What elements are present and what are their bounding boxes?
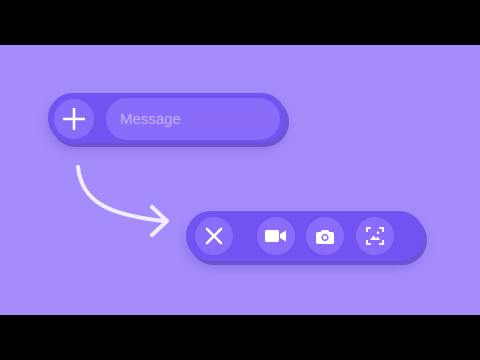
composer-expanded bbox=[186, 211, 424, 261]
canvas: Message bbox=[0, 45, 480, 315]
close-button[interactable] bbox=[195, 217, 233, 255]
camera-button[interactable] bbox=[306, 217, 344, 255]
gallery-icon bbox=[366, 227, 384, 245]
message-input[interactable]: Message bbox=[106, 98, 280, 140]
transition-arrow bbox=[76, 165, 169, 237]
video-button[interactable] bbox=[257, 217, 295, 255]
video-camera-icon bbox=[265, 230, 286, 242]
gallery-button[interactable] bbox=[356, 217, 394, 255]
message-placeholder: Message bbox=[120, 110, 181, 128]
add-button[interactable] bbox=[54, 99, 94, 139]
composer-collapsed: Message bbox=[48, 93, 286, 143]
close-icon bbox=[205, 227, 223, 245]
camera-icon bbox=[316, 229, 334, 244]
plus-icon bbox=[63, 108, 85, 130]
